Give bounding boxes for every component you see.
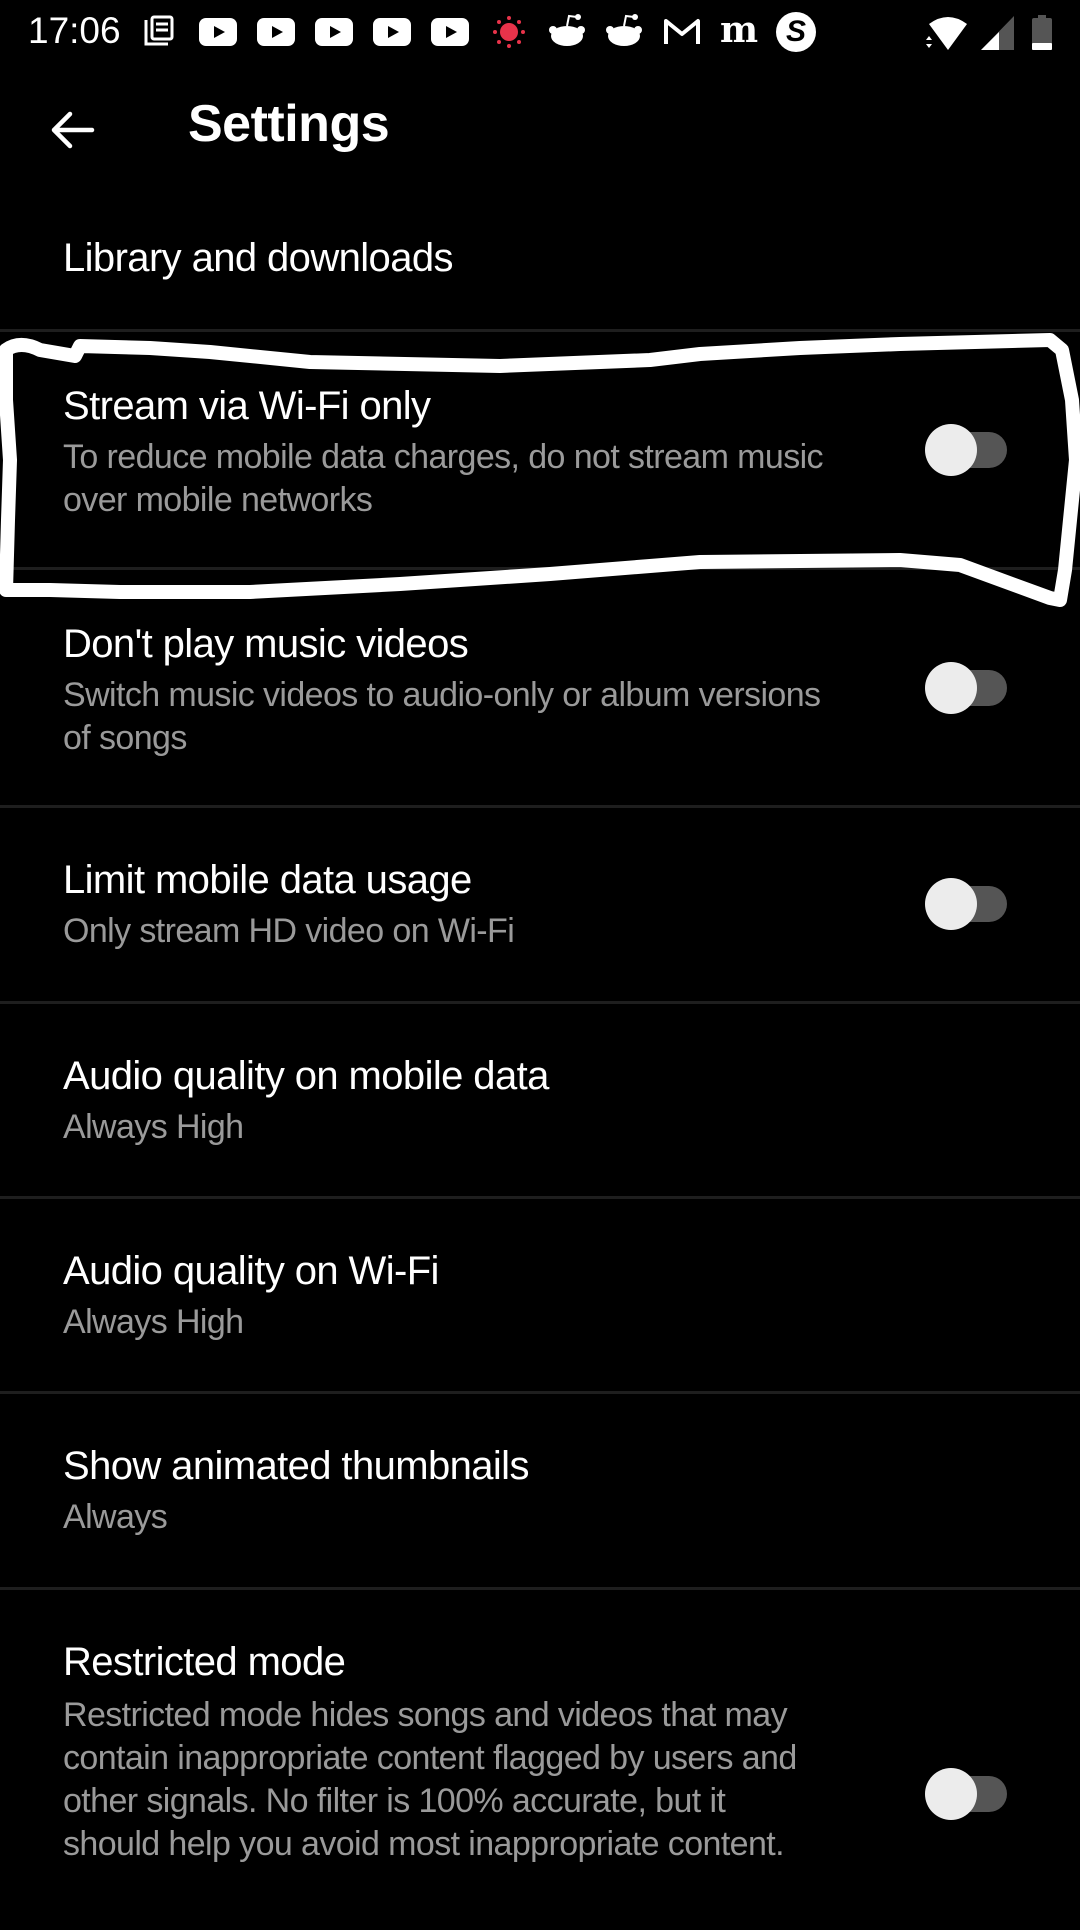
wifi-icon [923, 16, 973, 52]
restricted-mode-toggle[interactable] [925, 1768, 1009, 1820]
setting-audio-quality-mobile[interactable]: Audio quality on mobile data Always High [0, 1004, 1080, 1199]
battery-icon [1032, 15, 1052, 51]
youtube-icon [315, 18, 353, 46]
setting-dont-play-music-videos[interactable]: Don't play music videos Switch music vid… [0, 570, 1080, 808]
app-bar: Settings [0, 64, 1080, 192]
setting-description: Only stream HD video on Wi-Fi [63, 912, 515, 950]
status-bar: 17:06 m S [0, 0, 1080, 64]
status-time: 17:06 [28, 10, 121, 51]
settings-list: Library and downloads Stream via Wi-Fi o… [0, 192, 1080, 1930]
setting-library-and-downloads[interactable]: Library and downloads [0, 192, 1080, 332]
setting-description: Switch music videos to audio-only or alb… [63, 676, 821, 757]
setting-label: Library and downloads [63, 236, 453, 280]
setting-limit-mobile-data-usage[interactable]: Limit mobile data usage Only stream HD v… [0, 808, 1080, 1004]
cellular-signal-icon [981, 16, 1014, 52]
toggle-thumb [925, 1768, 977, 1820]
setting-show-animated-thumbnails[interactable]: Show animated thumbnails Always [0, 1394, 1080, 1590]
toggle-thumb [925, 878, 977, 930]
dont-play-music-videos-toggle[interactable] [925, 662, 1009, 714]
page-title: Settings [188, 95, 390, 153]
setting-audio-quality-wifi[interactable]: Audio quality on Wi-Fi Always High [0, 1199, 1080, 1394]
youtube-icon [431, 18, 469, 46]
youtube-icon [257, 18, 295, 46]
toggle-thumb [925, 662, 977, 714]
stream-wifi-only-toggle[interactable] [925, 424, 1009, 476]
setting-restricted-mode[interactable]: Restricted mode Restricted mode hides so… [0, 1590, 1080, 1930]
reddit-icon [547, 12, 587, 48]
weather-sun-icon [492, 15, 526, 49]
setting-value: Always High [63, 1108, 244, 1146]
news-icon [143, 14, 177, 48]
merriam-webster-icon: m [720, 9, 759, 51]
setting-description: Restricted mode hides songs and videos t… [63, 1696, 797, 1863]
limit-mobile-data-toggle[interactable] [925, 878, 1009, 930]
setting-label: Limit mobile data usage [63, 858, 472, 902]
gmail-icon [663, 18, 701, 46]
setting-label: Audio quality on mobile data [63, 1054, 549, 1098]
setting-label: Show animated thumbnails [63, 1444, 529, 1488]
youtube-icon [199, 18, 237, 46]
setting-label: Stream via Wi-Fi only [63, 384, 431, 428]
arrow-left-icon [51, 111, 95, 149]
setting-label: Audio quality on Wi-Fi [63, 1249, 439, 1293]
s-app-icon: S [776, 12, 816, 52]
toggle-thumb [925, 424, 977, 476]
setting-label: Restricted mode [63, 1640, 346, 1684]
youtube-icon [373, 18, 411, 46]
setting-value: Always [63, 1498, 168, 1536]
reddit-icon [604, 12, 644, 48]
setting-stream-via-wifi-only[interactable]: Stream via Wi-Fi only To reduce mobile d… [0, 332, 1080, 570]
setting-label: Don't play music videos [63, 622, 469, 666]
back-button[interactable] [46, 104, 98, 156]
setting-value: Always High [63, 1303, 244, 1341]
setting-description: To reduce mobile data charges, do not st… [63, 438, 824, 519]
